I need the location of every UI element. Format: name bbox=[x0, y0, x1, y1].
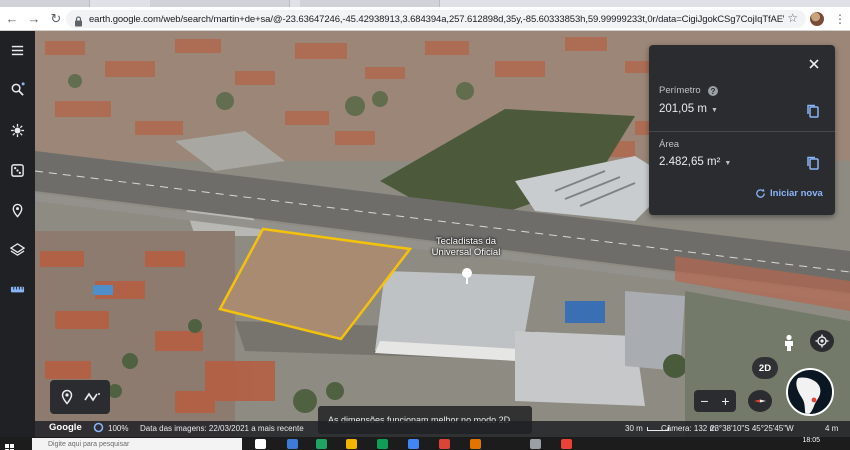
app-icon[interactable] bbox=[530, 439, 541, 449]
panel-divider bbox=[649, 131, 835, 132]
url-text: earth.google.com/web/search/martin+de+sa… bbox=[89, 13, 784, 25]
scale-label: 30 m bbox=[625, 424, 643, 433]
pegman-icon[interactable] bbox=[776, 331, 802, 355]
imagery-date: Data das imagens: 22/03/2021 a mais rece… bbox=[140, 424, 304, 433]
map-tools bbox=[50, 380, 110, 414]
windows-start-icon[interactable] bbox=[5, 440, 14, 450]
start-new-label: Iniciar nova bbox=[770, 188, 823, 199]
browser-tab[interactable] bbox=[150, 0, 290, 7]
address-bar[interactable]: earth.google.com/web/search/martin+de+sa… bbox=[66, 10, 806, 28]
info-icon[interactable]: ? bbox=[708, 86, 718, 96]
dice-icon[interactable] bbox=[6, 159, 28, 181]
zoom-out-button[interactable]: − bbox=[700, 393, 708, 409]
browser-toolbar: ← → ↻ earth.google.com/web/search/martin… bbox=[0, 7, 850, 31]
place-marker-icon[interactable] bbox=[59, 389, 75, 405]
menu-icon[interactable] bbox=[6, 39, 28, 61]
coordinates: 23°38'10"S 45°25'45"W bbox=[710, 424, 794, 433]
profile-avatar[interactable] bbox=[810, 12, 824, 26]
left-toolbar bbox=[0, 31, 35, 441]
app-icon[interactable] bbox=[408, 439, 419, 449]
app-icon[interactable] bbox=[287, 439, 298, 449]
voyager-icon[interactable] bbox=[6, 119, 28, 141]
close-icon[interactable] bbox=[807, 57, 821, 71]
place-label-line2: Universal Oficial bbox=[431, 247, 501, 258]
status-bar: Google 100% Data das imagens: 22/03/2021… bbox=[35, 421, 850, 437]
refresh-icon bbox=[756, 188, 765, 198]
my-location-icon[interactable] bbox=[810, 330, 834, 352]
load-percent: 100% bbox=[108, 424, 129, 433]
app-icon[interactable] bbox=[346, 439, 357, 449]
copy-icon[interactable] bbox=[806, 104, 820, 118]
app-icon[interactable] bbox=[377, 439, 388, 449]
globe-minimap[interactable] bbox=[786, 368, 834, 416]
projects-icon[interactable] bbox=[6, 199, 28, 221]
toggle-2d-button[interactable]: 2D bbox=[752, 357, 778, 379]
copy-icon[interactable] bbox=[806, 156, 820, 170]
ruler-icon[interactable] bbox=[6, 278, 28, 300]
camera-altitude: Câmera: 132 m bbox=[661, 424, 717, 433]
browser-menu-icon[interactable]: ⋮ bbox=[834, 12, 846, 26]
measure-panel: Perímetro ? 201,05 m ▼ Área 2.482,65 m² ▼ … bbox=[649, 45, 835, 215]
start-new-button[interactable]: Iniciar nova bbox=[755, 188, 823, 199]
browser-tab-strip bbox=[0, 0, 850, 7]
app-icon[interactable] bbox=[470, 439, 481, 449]
place-label-line1: Tecladistas da bbox=[435, 236, 497, 247]
taskbar-search[interactable]: Digite aqui para pesquisar bbox=[32, 438, 242, 450]
reload-icon[interactable]: ↻ bbox=[46, 9, 66, 29]
os-taskbar: Digite aqui para pesquisar 18:05 bbox=[0, 437, 850, 450]
bookmark-star-icon[interactable]: ☆ bbox=[787, 11, 798, 25]
zoom-in-button[interactable]: + bbox=[721, 393, 729, 409]
perimeter-value[interactable]: 201,05 m ▼ bbox=[659, 103, 718, 115]
chevron-down-icon: ▼ bbox=[710, 107, 718, 114]
taskbar-clock: 18:05 bbox=[802, 437, 820, 444]
perimeter-value-text: 201,05 m bbox=[659, 103, 707, 115]
zoom-controls: − + bbox=[694, 390, 736, 412]
area-label: Área bbox=[659, 139, 680, 150]
app-icon[interactable] bbox=[316, 439, 327, 449]
forward-icon[interactable]: → bbox=[24, 9, 44, 29]
google-logo: Google bbox=[49, 422, 82, 433]
compass-icon[interactable] bbox=[748, 390, 772, 412]
browser-tab[interactable] bbox=[0, 0, 90, 7]
chevron-down-icon: ▼ bbox=[724, 160, 732, 167]
lock-icon bbox=[74, 14, 83, 26]
app-icon[interactable] bbox=[561, 439, 572, 449]
app-icon[interactable] bbox=[439, 439, 450, 449]
google-earth-window: ← → ↻ earth.google.com/web/search/martin… bbox=[0, 0, 850, 450]
browser-tab[interactable] bbox=[300, 0, 440, 7]
task-view-icon[interactable] bbox=[255, 439, 266, 449]
perimeter-label: Perímetro bbox=[659, 85, 701, 96]
area-value[interactable]: 2.482,65 m² ▼ bbox=[659, 156, 731, 168]
area-value-text: 2.482,65 m² bbox=[659, 156, 721, 168]
back-icon[interactable]: ← bbox=[2, 9, 22, 29]
place-label[interactable]: Tecladistas da Universal Oficial bbox=[420, 236, 512, 258]
search-icon[interactable] bbox=[6, 78, 28, 100]
loading-icon bbox=[93, 422, 104, 435]
layers-icon[interactable] bbox=[6, 238, 28, 260]
draw-path-icon[interactable] bbox=[84, 389, 100, 405]
elevation: 4 m bbox=[825, 424, 839, 433]
